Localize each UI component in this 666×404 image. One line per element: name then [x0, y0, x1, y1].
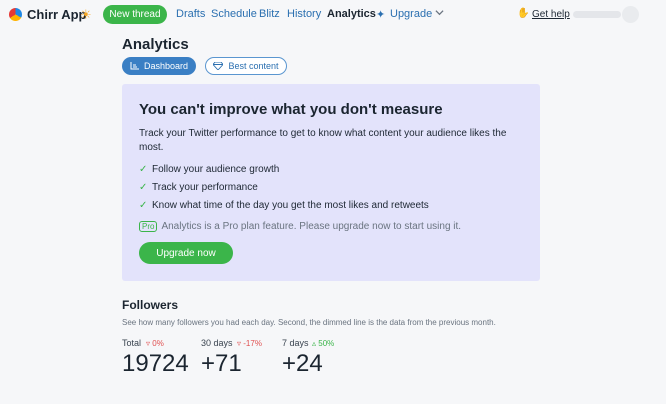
app-logo[interactable]: Chirr App	[9, 7, 86, 22]
promo-title: You can't improve what you don't measure	[139, 101, 443, 118]
feature-label: Know what time of the day you get the mo…	[152, 200, 429, 211]
nav-drafts[interactable]: Drafts	[176, 8, 205, 20]
stat-30-days-delta-value: -17%	[243, 339, 262, 348]
nav-blitz[interactable]: Blitz	[259, 8, 280, 20]
trend-down-icon: ▿	[146, 339, 151, 348]
nav-analytics[interactable]: Analytics	[327, 8, 376, 20]
get-help-link[interactable]: Get help	[532, 9, 570, 20]
stat-7-days-delta-value: 50%	[318, 339, 335, 348]
stat-7-days-delta: ▵ 50%	[312, 339, 334, 348]
pro-notice: Pro Analytics is a Pro plan feature. Ple…	[139, 221, 461, 232]
nav-upgrade[interactable]: Upgrade	[390, 8, 432, 20]
feature-item: ✓ Follow your audience growth	[139, 164, 279, 175]
avatar[interactable]	[622, 6, 639, 23]
tab-dashboard-label: Dashboard	[143, 61, 189, 71]
stat-30-days-label: 30 days	[201, 338, 233, 348]
page-title: Analytics	[122, 36, 189, 53]
diamond-icon	[213, 62, 224, 70]
feature-label: Track your performance	[152, 182, 258, 193]
new-thread-button[interactable]: New thread	[103, 5, 167, 24]
chevron-down-icon[interactable]	[435, 8, 444, 17]
upgrade-promo-card: You can't improve what you don't measure…	[122, 84, 540, 281]
tab-best-content-label: Best content	[228, 61, 279, 71]
tab-dashboard[interactable]: Dashboard	[122, 57, 196, 75]
trend-up-icon: ▵	[312, 339, 317, 348]
chirr-logo-icon	[9, 8, 22, 21]
tab-best-content[interactable]: Best content	[205, 57, 287, 75]
stat-total-delta-value: 0%	[152, 339, 164, 348]
pro-notice-text: Analytics is a Pro plan feature. Please …	[161, 221, 462, 232]
stat-7-days-value: +24	[282, 350, 323, 377]
stat-30-days-delta: ▿ -17%	[237, 339, 262, 348]
followers-description: See how many followers you had each day.…	[122, 318, 496, 327]
app-name: Chirr App	[27, 7, 87, 22]
feature-label: Follow your audience growth	[152, 164, 280, 175]
stat-30-days-value: +71	[201, 350, 242, 377]
nav-history[interactable]: History	[287, 8, 321, 20]
trend-down-icon: ▿	[237, 339, 242, 348]
pro-badge: Pro	[139, 221, 158, 232]
sun-icon[interactable]: ☀	[80, 7, 92, 22]
stat-total-delta: ▿ 0%	[146, 339, 164, 348]
wave-hand-icon: ✋	[517, 8, 530, 19]
upgrade-now-button[interactable]: Upgrade now	[139, 242, 233, 264]
top-navigation-bar: Chirr App ☀ New thread Drafts Schedule B…	[0, 0, 666, 30]
feature-item: ✓ Track your performance	[139, 182, 258, 193]
check-icon: ✓	[139, 200, 148, 211]
check-icon: ✓	[139, 164, 148, 175]
check-icon: ✓	[139, 182, 148, 193]
promo-description: Track your Twitter performance to get to…	[139, 128, 507, 153]
stat-total-label: Total	[122, 338, 142, 348]
user-name[interactable]	[573, 11, 621, 18]
rocket-icon: ✦	[376, 9, 386, 21]
followers-title: Followers	[122, 298, 179, 312]
chart-icon	[130, 62, 139, 70]
nav-schedule[interactable]: Schedule	[211, 8, 257, 20]
stat-total-value: 19724	[122, 350, 189, 377]
feature-item: ✓ Know what time of the day you get the …	[139, 200, 429, 211]
stat-7-days-label: 7 days	[282, 338, 309, 348]
